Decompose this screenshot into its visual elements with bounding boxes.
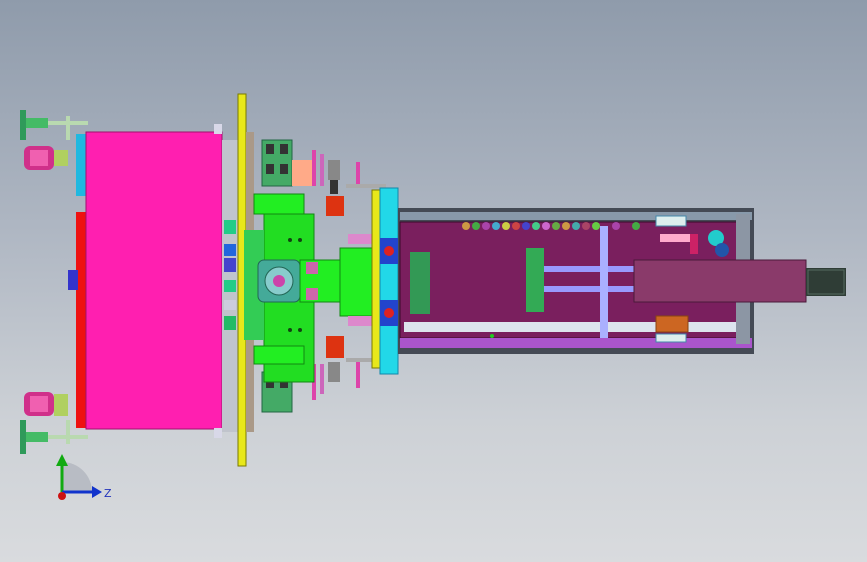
x-axis-dot	[58, 492, 66, 500]
main-housing	[85, 131, 223, 430]
rotary-hub	[257, 259, 301, 303]
cad-3d-viewport[interactable]: Z	[0, 0, 867, 562]
axis-triad: Z	[56, 454, 112, 500]
guide-rod-upper	[544, 266, 636, 272]
slide-rail-cyan	[379, 187, 399, 375]
slide-carriage	[410, 252, 430, 314]
assembly-view[interactable]: Z	[0, 0, 867, 562]
z-axis-label: Z	[104, 487, 112, 500]
side-bracket-red	[76, 212, 86, 428]
frame-column	[222, 140, 238, 432]
housing-tab-top	[214, 124, 222, 134]
guide-rod-lower	[544, 286, 636, 292]
gearbox-top	[261, 139, 312, 187]
bed-marker	[490, 334, 494, 338]
drive-motor	[633, 259, 807, 303]
caster-wheel-top	[24, 146, 68, 170]
rod-clamp	[526, 248, 544, 312]
vertical-rod	[600, 226, 608, 338]
side-knob	[68, 270, 78, 290]
caster-wheel-bottom	[24, 392, 68, 416]
slide-plate-yellow	[371, 189, 381, 369]
housing-tab-bottom	[214, 428, 222, 438]
side-bracket-cyan	[76, 134, 86, 196]
motor-end-cap	[806, 268, 846, 296]
